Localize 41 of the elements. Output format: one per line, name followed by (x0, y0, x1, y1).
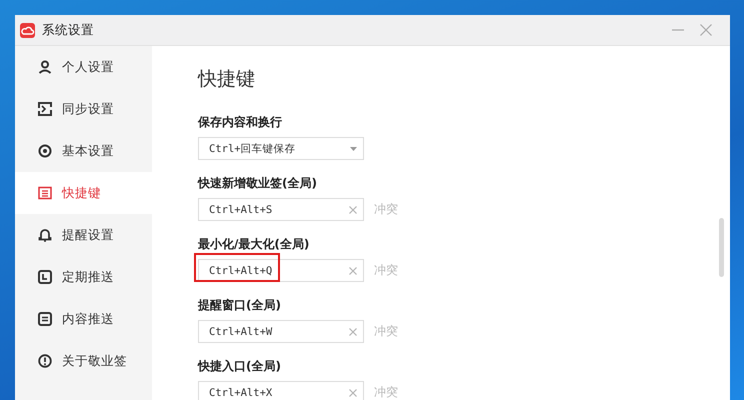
page-heading: 快捷键 (198, 67, 256, 92)
list-icon (38, 186, 52, 200)
info-icon (38, 354, 52, 368)
sidebar-item[interactable]: 基本设置 (15, 130, 152, 172)
close-icon[interactable] (700, 24, 712, 36)
setting-label: 保存内容和换行 (198, 114, 283, 131)
conflict-label: 冲突 (374, 384, 398, 400)
conflict-label: 冲突 (374, 201, 398, 218)
conflict-label: 冲突 (374, 323, 398, 340)
dropdown[interactable]: Ctrl+回车键保存 (198, 137, 364, 160)
shortcut-field[interactable]: Ctrl+Alt+S (198, 198, 364, 221)
setting-label: 最小化/最大化(全局) (198, 236, 310, 253)
person-icon (38, 60, 52, 74)
sync-icon (38, 102, 52, 116)
clear-icon[interactable] (349, 388, 357, 396)
minimize-icon[interactable] (672, 29, 684, 31)
sidebar-item[interactable]: 关于敬业签 (15, 340, 152, 382)
bell-icon (38, 228, 52, 242)
cloud-logo-icon (20, 22, 35, 38)
shortcut-field[interactable]: Ctrl+Alt+W (198, 320, 364, 343)
setting-label: 提醒窗口(全局) (198, 297, 282, 314)
caret-icon (350, 146, 357, 150)
sidebar-item[interactable]: 快捷键 (15, 172, 152, 214)
setting-label: 快捷入口(全局) (198, 358, 282, 375)
sidebar-item[interactable]: 内容推送 (15, 298, 152, 340)
clear-icon[interactable] (349, 328, 357, 336)
shortcut-field[interactable]: Ctrl+Alt+Q (198, 259, 364, 282)
scrollbar-thumb[interactable] (719, 218, 724, 277)
sidebar-item[interactable]: 同步设置 (15, 88, 152, 130)
setting-label: 快速新增敬业签(全局) (198, 175, 318, 192)
target-icon (38, 144, 52, 158)
shortcut-field[interactable]: Ctrl+Alt+X (198, 381, 364, 400)
clear-icon[interactable] (349, 266, 357, 274)
window-title: 系统设置 (42, 22, 95, 38)
sidebar-item[interactable]: 定期推送 (15, 256, 152, 298)
document-icon (38, 312, 52, 326)
sidebar-item[interactable]: 提醒设置 (15, 214, 152, 256)
conflict-label: 冲突 (374, 262, 398, 279)
clear-icon[interactable] (349, 206, 357, 214)
clock-icon (38, 270, 52, 284)
sidebar-item[interactable]: 个人设置 (15, 46, 152, 88)
